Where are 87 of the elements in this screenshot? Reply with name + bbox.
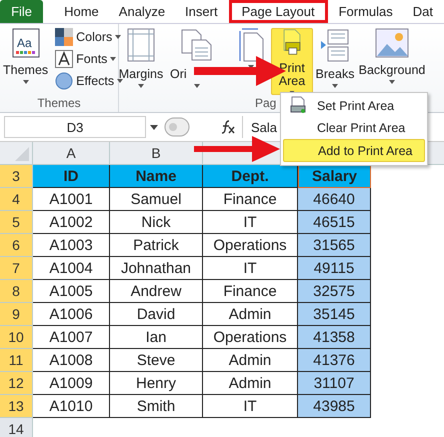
table-cell: Henry	[110, 372, 203, 395]
table-cell: A1005	[33, 280, 110, 303]
table-cell: Smith	[110, 395, 203, 418]
row-header[interactable]: 13	[0, 395, 33, 418]
table-cell: 32575	[298, 280, 371, 303]
table-cell: 35145	[298, 303, 371, 326]
caret-icon	[194, 84, 200, 88]
table-cell: 41376	[298, 349, 371, 372]
table-cell: Johnathan	[110, 257, 203, 280]
themes-button[interactable]: Aa Themes	[0, 28, 52, 96]
table-cell: A1008	[33, 349, 110, 372]
table-cell: Samuel	[110, 188, 203, 211]
table-cell: 43985	[298, 395, 371, 418]
caret-icon	[332, 84, 338, 88]
row-header[interactable]: 14	[0, 418, 33, 437]
ribbon-tab[interactable]: Insert	[176, 0, 227, 23]
themes-icon: Aa	[12, 28, 40, 58]
ribbon-button[interactable]: Background	[357, 28, 427, 95]
table-cell: Steve	[110, 349, 203, 372]
caret-icon	[138, 84, 144, 88]
resize-handle-icon	[164, 117, 190, 137]
select-all-icon	[15, 147, 29, 161]
ribbon-tab[interactable]: Home	[55, 0, 108, 23]
row-header[interactable]: 9	[0, 303, 33, 326]
caret-icon	[117, 79, 124, 83]
row-header[interactable]: 4	[0, 188, 33, 211]
caret-icon	[150, 124, 158, 130]
name-box[interactable]: D3	[4, 116, 146, 138]
ribbon-tab[interactable]: Formulas	[330, 0, 402, 23]
table-cell: Nick	[110, 211, 203, 234]
image-icon	[375, 28, 409, 58]
ribbon-tab[interactable]: File	[0, 0, 44, 23]
table-cell: David	[110, 303, 203, 326]
table-cell: A1003	[33, 234, 110, 257]
table-cell: A1009	[33, 372, 110, 395]
table-cell: Dept.	[203, 165, 298, 188]
table-cell: 31107	[298, 372, 371, 395]
menu-item[interactable]: Set Print Area	[283, 95, 425, 116]
table-cell: A1006	[33, 303, 110, 326]
table-cell: A1001	[33, 188, 110, 211]
ribbon-button[interactable]: Colors	[55, 28, 124, 46]
table-cell: A1010	[33, 395, 110, 418]
row-header[interactable]: 7	[0, 257, 33, 280]
circle-icon	[55, 72, 74, 90]
ribbon-button[interactable]: Breaks	[313, 28, 357, 95]
table-cell: 46640	[298, 188, 371, 211]
table-cell: Ian	[110, 326, 203, 349]
table-cell: 41358	[298, 326, 371, 349]
column-header[interactable]: B	[151, 145, 161, 161]
group-label: Themes	[36, 96, 82, 112]
caret-icon	[22, 80, 29, 84]
row-header[interactable]: 11	[0, 349, 33, 372]
table-cell: A1002	[33, 211, 110, 234]
table-cell: Andrew	[110, 280, 203, 303]
table-cell: Name	[110, 165, 203, 188]
menu-item[interactable]: Clear Print Area	[283, 117, 425, 138]
page-icon	[237, 28, 265, 62]
row-header[interactable]: 12	[0, 372, 33, 395]
ribbon-tab[interactable]: Analyze	[110, 0, 174, 23]
table-cell: ID	[33, 165, 110, 188]
row-header[interactable]: 10	[0, 326, 33, 349]
row-header[interactable]: 3	[0, 165, 33, 188]
ribbon-tab[interactable]: Dat	[404, 0, 442, 23]
row-header[interactable]: 6	[0, 234, 33, 257]
caret-icon	[115, 35, 122, 39]
page-icon	[127, 28, 155, 62]
caret-icon	[389, 80, 395, 84]
table-cell: 46515	[298, 211, 371, 234]
pages-icon	[180, 28, 214, 62]
group-label: Pag	[255, 96, 276, 110]
ribbon-tab[interactable]: Page Layout	[228, 0, 328, 23]
page-break-icon	[320, 28, 350, 62]
row-header[interactable]: 8	[0, 280, 33, 303]
table-cell: 31565	[298, 234, 371, 257]
table-cell: 49115	[298, 257, 371, 280]
font-icon	[55, 50, 74, 68]
table-cell: Patrick	[110, 234, 203, 257]
printer-icon	[289, 96, 307, 114]
menu-item[interactable]: Add to Print Area	[283, 139, 425, 162]
table-cell: Salary	[298, 165, 371, 188]
caret-icon	[110, 57, 116, 61]
row-header[interactable]: 5	[0, 211, 33, 234]
color-grid-icon	[55, 28, 74, 46]
table-cell: A1007	[33, 326, 110, 349]
table-cell: A1004	[33, 257, 110, 280]
column-header[interactable]: A	[66, 145, 76, 161]
function-icon	[220, 119, 236, 135]
